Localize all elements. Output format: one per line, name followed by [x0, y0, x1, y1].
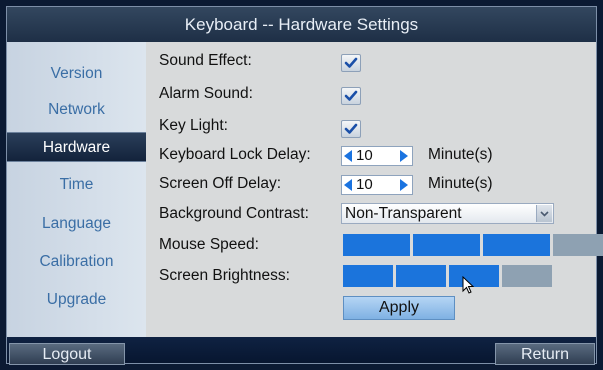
- slider-segment[interactable]: [502, 265, 552, 287]
- screen-off-delay-spinner[interactable]: 10: [341, 175, 413, 195]
- mouse-pointer-icon: [462, 276, 475, 294]
- slider-segment[interactable]: [553, 234, 603, 256]
- chevron-down-icon: [540, 211, 549, 217]
- sidebar: Version Network Hardware Time Language C…: [7, 42, 146, 337]
- background-contrast-label: Background Contrast:: [159, 205, 309, 222]
- keyboard-lock-delay-unit: Minute(s): [428, 146, 493, 163]
- mouse-speed-slider[interactable]: [343, 234, 603, 256]
- key-light-label: Key Light:: [159, 117, 228, 134]
- decrease-arrow-icon[interactable]: [344, 150, 352, 162]
- screen-brightness-slider[interactable]: [343, 265, 552, 287]
- window-title: Keyboard -- Hardware Settings: [7, 7, 596, 42]
- slider-segment[interactable]: [413, 234, 480, 256]
- alarm-sound-checkbox[interactable]: [341, 87, 361, 105]
- key-light-checkbox[interactable]: [341, 120, 361, 138]
- increase-arrow-icon[interactable]: [400, 179, 408, 191]
- slider-segment[interactable]: [483, 234, 550, 256]
- sidebar-item-time[interactable]: Time: [7, 170, 146, 200]
- background-contrast-value: Non-Transparent: [345, 205, 462, 222]
- sidebar-item-language[interactable]: Language: [7, 209, 146, 239]
- checkmark-icon: [344, 90, 358, 101]
- sidebar-item-version[interactable]: Version: [7, 59, 146, 89]
- slider-segment[interactable]: [396, 265, 446, 287]
- keyboard-lock-delay-spinner[interactable]: 10: [341, 146, 413, 166]
- checkmark-icon: [344, 57, 358, 68]
- apply-button[interactable]: Apply: [343, 296, 455, 320]
- decrease-arrow-icon[interactable]: [344, 179, 352, 191]
- screen-brightness-label: Screen Brightness:: [159, 267, 290, 284]
- sound-effect-label: Sound Effect:: [159, 52, 252, 69]
- sidebar-item-calibration[interactable]: Calibration: [7, 247, 146, 277]
- slider-segment[interactable]: [343, 265, 393, 287]
- screen-off-delay-unit: Minute(s): [428, 175, 493, 192]
- mouse-speed-label: Mouse Speed:: [159, 236, 259, 253]
- sidebar-item-network[interactable]: Network: [7, 95, 146, 125]
- sidebar-item-upgrade[interactable]: Upgrade: [7, 285, 146, 315]
- sidebar-item-hardware[interactable]: Hardware: [7, 132, 146, 162]
- checkmark-icon: [344, 123, 358, 134]
- return-button[interactable]: Return: [495, 343, 595, 365]
- logout-button[interactable]: Logout: [9, 343, 125, 365]
- dropdown-button[interactable]: [536, 205, 552, 222]
- increase-arrow-icon[interactable]: [400, 150, 408, 162]
- slider-segment[interactable]: [343, 234, 410, 256]
- alarm-sound-label: Alarm Sound:: [159, 85, 253, 102]
- screen-off-delay-value: 10: [356, 176, 373, 193]
- background-contrast-select[interactable]: Non-Transparent: [341, 203, 554, 224]
- keyboard-lock-delay-label: Keyboard Lock Delay:: [159, 146, 311, 163]
- screen-off-delay-label: Screen Off Delay:: [159, 175, 282, 192]
- sound-effect-checkbox[interactable]: [341, 54, 361, 72]
- keyboard-lock-delay-value: 10: [356, 147, 373, 164]
